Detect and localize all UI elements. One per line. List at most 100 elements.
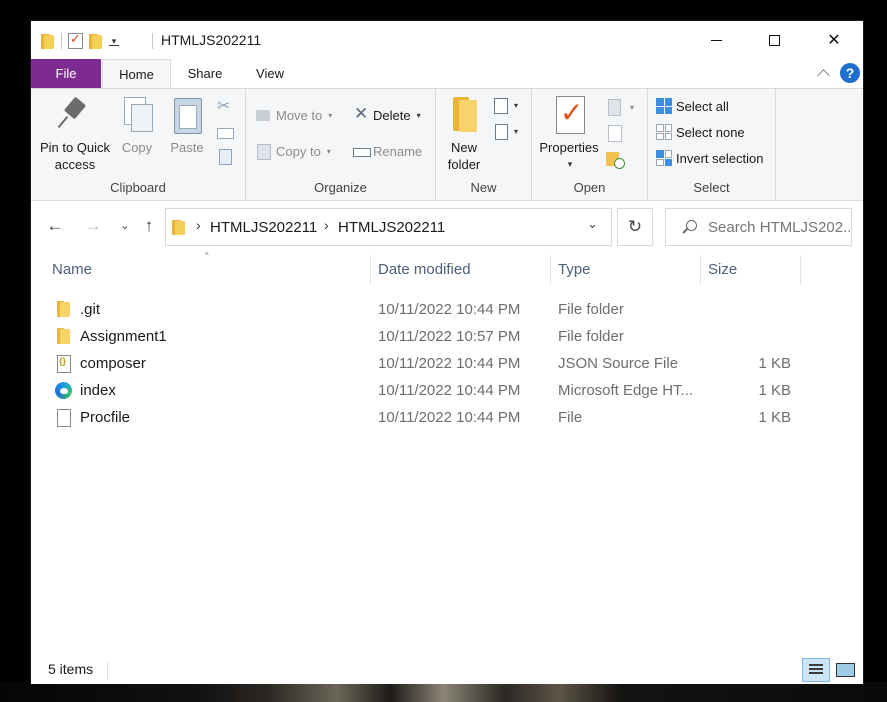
tab-home[interactable]: Home [102,59,171,89]
search-input[interactable] [708,210,850,244]
up-button[interactable]: ↑ [137,214,161,238]
maximize-button[interactable] [745,21,803,59]
properties-icon [552,95,586,135]
quick-access-toolbar: ▾ [41,31,119,51]
address-dropdown-icon[interactable]: ⌄ [587,216,598,232]
breadcrumb-item[interactable]: HTMLJS202211 [210,219,317,236]
recent-locations-button[interactable]: ⌄ [113,214,137,238]
copy-button[interactable]: Copy [117,95,157,156]
large-icons-view-button[interactable] [835,659,855,679]
copy-to-icon [256,143,272,160]
select-group: Select all Select none Invert selection … [648,89,776,200]
paste-label: Paste [170,140,204,155]
window-title: HTMLJS202211 [161,32,262,48]
list-item[interactable]: index 10/11/2022 10:44 PM Microsoft Edge… [31,377,863,404]
column-header-name[interactable]: Name [45,255,370,285]
move-to-icon [256,107,272,123]
properties-icon[interactable] [68,31,83,49]
column-header-type[interactable]: Type [550,255,700,285]
properties-button[interactable]: Properties ▾ [538,95,600,173]
copy-path-button[interactable] [217,122,234,142]
delete-button[interactable]: Delete ▾ [353,104,421,125]
details-view-button[interactable] [802,658,830,682]
close-button[interactable]: ✕ [805,21,863,59]
list-item[interactable]: composer 10/11/2022 10:44 PM JSON Source… [31,350,863,377]
pin-label-line1: Pin to Quick [39,140,111,155]
select-group-label: Select [693,180,730,195]
properties-label: Properties [539,140,599,155]
cut-button[interactable] [217,96,233,117]
select-all-icon [656,98,672,114]
delete-label: Delete [373,107,411,123]
tab-share[interactable]: Share [171,59,239,88]
history-button[interactable] [606,149,625,169]
forward-button[interactable]: → [81,214,105,238]
address-bar[interactable]: › HTMLJS202211 › HTMLJS202211 ⌄ [165,208,612,246]
tab-view[interactable]: View [239,59,301,88]
rename-icon [353,143,371,159]
chevron-down-icon: ▾ [514,100,519,110]
folder-icon[interactable] [41,33,55,49]
breadcrumb-chevron-icon[interactable]: › [196,217,201,233]
new-folder-button[interactable]: New folder [444,95,484,173]
tab-file[interactable]: File [31,59,101,88]
file-type: File folder [558,301,624,318]
json-file-icon [55,355,72,373]
new-folder-icon[interactable] [89,33,103,49]
rename-button[interactable]: Rename [353,141,422,161]
easy-access-button[interactable]: ▾ [492,121,518,141]
new-group: New folder ▾ ▾ New [436,89,532,200]
file-name: composer [80,355,146,372]
select-all-button[interactable]: Select all [656,96,729,116]
select-none-icon [656,124,672,140]
list-item[interactable]: Assignment1 10/11/2022 10:57 PM File fol… [31,323,863,350]
clipboard-group: Pin to Quick access Copy Paste Clipboard [31,89,246,200]
invert-selection-label: Invert selection [676,150,764,166]
back-button[interactable]: ← [43,214,67,238]
help-icon[interactable]: ? [840,63,860,83]
list-item[interactable]: .git 10/11/2022 10:44 PM File folder [31,296,863,323]
chevron-down-icon: ▾ [630,102,635,112]
file-list: .git 10/11/2022 10:44 PM File folder Ass… [31,296,863,431]
list-item[interactable]: Procfile 10/11/2022 10:44 PM File 1 KB [31,404,863,431]
column-header-size[interactable]: Size [700,255,801,285]
open-button[interactable]: ▾ [606,97,634,117]
select-none-button[interactable]: Select none [656,122,745,142]
invert-selection-button[interactable]: Invert selection [656,148,763,168]
open-group-label: Open [573,180,606,195]
new-folder-icon [447,95,481,135]
customize-dropdown-icon[interactable]: ▾ [109,36,119,46]
search-box[interactable] [665,208,852,246]
move-to-label: Move to [276,107,323,123]
copy-to-button[interactable]: Copy to ▾ [256,141,331,161]
edit-icon [606,124,624,142]
file-name: index [80,382,116,399]
clipboard-group-label: Clipboard [110,180,166,195]
edit-button[interactable] [606,123,624,143]
breadcrumb-chevron-icon[interactable]: › [324,217,329,233]
ribbon-tabs: File Home Share View ? [31,59,863,89]
pin-to-quick-access-button[interactable]: Pin to Quick access [39,95,111,173]
search-icon [682,220,697,234]
move-to-button[interactable]: Move to ▾ [256,105,332,125]
back-arrow-icon: ← [46,216,64,235]
copy-label: Copy [121,140,153,155]
paste-shortcut-button[interactable] [219,147,232,167]
history-icon [606,150,625,169]
file-size: 1 KB [758,409,791,426]
new-item-button[interactable]: ▾ [492,95,518,115]
file-explorer-window: ▾ HTMLJS202211 ✕ File Home Share View ? … [30,20,864,684]
breadcrumb-item[interactable]: HTMLJS202211 [338,219,445,236]
refresh-icon: ↻ [627,217,643,236]
collapse-ribbon-icon[interactable] [817,66,831,80]
refresh-button[interactable]: ↻ [617,208,653,246]
item-count: 5 items [48,661,94,677]
paste-button[interactable]: Paste [166,95,208,156]
status-divider [107,661,108,679]
chevron-down-icon: ▾ [416,110,421,120]
minimize-button[interactable] [687,21,745,59]
file-date: 10/11/2022 10:44 PM [378,355,521,372]
file-type: JSON Source File [558,355,679,372]
file-date: 10/11/2022 10:44 PM [378,382,521,399]
column-header-date-modified[interactable]: Date modified [370,255,550,285]
